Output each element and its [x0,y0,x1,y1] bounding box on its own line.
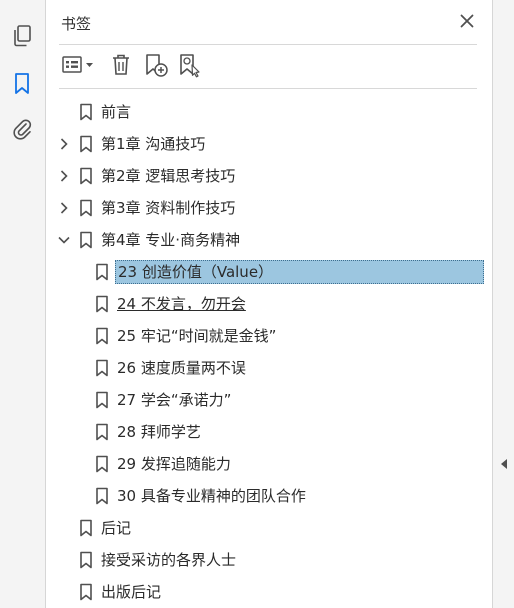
bookmark-icon [95,423,109,441]
bookmark-from-structure-button[interactable] [176,52,204,82]
panel-title: 书签 [61,15,92,33]
bookmark-icon [79,231,93,249]
bookmark-row[interactable]: 26 速度质量两不误 [46,352,492,384]
bookmark-icon [95,327,109,345]
bookmark-row[interactable]: 第4章 专业·商务精神 [46,224,492,256]
bookmark-label[interactable]: 24 不发言，勿开会 [115,292,248,316]
bookmark-label[interactable]: 26 速度质量两不误 [115,356,248,380]
bookmark-icon [79,199,93,217]
bookmark-from-structure-icon [177,52,203,82]
bookmark-row[interactable]: 第2章 逻辑思考技巧 [46,160,492,192]
chevron-right-icon[interactable] [56,168,72,184]
bookmark-label[interactable]: 出版后记 [99,580,163,604]
bookmark-label[interactable]: 27 学会“承诺力” [115,388,233,412]
bookmark-row[interactable]: 25 牢记“时间就是金钱” [46,320,492,352]
bookmark-icon [95,391,109,409]
new-bookmark-icon [143,52,169,82]
bookmark-label[interactable]: 30 具备专业精神的团队合作 [115,484,308,508]
bookmark-row[interactable]: 23 创造价值（Value） [46,256,492,288]
bookmark-icon [79,519,93,537]
bookmark-icon [95,359,109,377]
bookmark-row[interactable]: 第1章 沟通技巧 [46,128,492,160]
header-divider [59,44,477,45]
bookmarks-button[interactable] [6,70,38,102]
bookmark-label[interactable]: 第1章 沟通技巧 [99,132,207,156]
bookmark-row[interactable]: 28 拜师学艺 [46,416,492,448]
bookmark-row[interactable]: 后记 [46,512,492,544]
bookmark-row[interactable]: 前言 [46,96,492,128]
bookmark-icon [95,263,109,281]
bookmarks-panel: 书签 前言 第1章 沟通技巧 第2章 逻辑思考技巧 第3章 资料制作技巧 第4章… [46,0,492,608]
bookmark-label[interactable]: 25 牢记“时间就是金钱” [115,324,278,348]
bookmark-icon [79,583,93,601]
bookmark-label[interactable]: 第2章 逻辑思考技巧 [99,164,237,188]
bookmark-label[interactable]: 第4章 专业·商务精神 [99,228,242,252]
attachments-button[interactable] [6,114,38,146]
bookmark-row[interactable]: 接受采访的各界人士 [46,544,492,576]
bookmark-icon [13,72,31,100]
navigation-rail [0,0,46,608]
bookmark-icon [79,135,93,153]
bookmark-label[interactable]: 28 拜师学艺 [115,420,203,444]
bookmark-label[interactable]: 前言 [99,100,133,124]
bookmarks-toolbar [58,52,478,82]
toolbar-divider [59,88,477,89]
bookmark-label[interactable]: 29 发挥追随能力 [115,452,233,476]
bookmark-label[interactable]: 后记 [99,516,133,540]
close-icon [460,13,474,32]
bookmark-row[interactable]: 30 具备专业精神的团队合作 [46,480,492,512]
chevron-right-icon[interactable] [56,136,72,152]
close-panel-button[interactable] [456,11,478,33]
bookmark-icon [95,455,109,473]
collapse-arrow-icon[interactable] [499,455,509,469]
delete-bookmark-button[interactable] [108,52,134,82]
page-thumbnails-button[interactable] [6,22,38,54]
bookmark-label[interactable]: 接受采访的各界人士 [99,548,238,572]
bookmark-icon [79,551,93,569]
bookmark-icon [95,487,109,505]
bookmark-label[interactable]: 23 创造价值（Value） [115,260,484,284]
delete-icon [110,53,132,81]
options-menu-icon [61,54,97,80]
new-bookmark-button[interactable] [142,52,170,82]
bookmark-icon [79,167,93,185]
paperclip-icon [11,116,33,144]
panel-splitter[interactable] [492,0,514,608]
bookmark-row[interactable]: 24 不发言，勿开会 [46,288,492,320]
bookmark-row[interactable]: 27 学会“承诺力” [46,384,492,416]
bookmark-row[interactable]: 出版后记 [46,576,492,608]
pages-icon [11,24,33,52]
bookmark-icon [79,103,93,121]
bookmark-row[interactable]: 第3章 资料制作技巧 [46,192,492,224]
bookmark-icon [95,295,109,313]
options-menu-button[interactable] [60,52,98,82]
bookmark-row[interactable]: 29 发挥追随能力 [46,448,492,480]
bookmark-label[interactable]: 第3章 资料制作技巧 [99,196,237,220]
chevron-down-icon[interactable] [56,232,72,248]
chevron-right-icon[interactable] [56,200,72,216]
